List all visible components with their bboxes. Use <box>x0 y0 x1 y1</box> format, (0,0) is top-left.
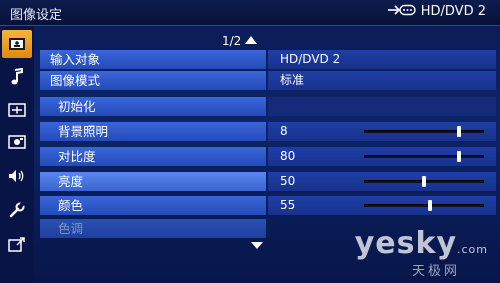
color-value: 55 <box>280 198 296 212</box>
color-slider[interactable] <box>364 200 484 211</box>
slider-thumb[interactable] <box>427 200 432 211</box>
menu-row-label: 对比度 <box>40 147 266 166</box>
speaker-icon[interactable] <box>2 162 32 190</box>
menu-row-value: HD/DVD 2 <box>268 50 496 69</box>
menu-row-label: 色调 <box>40 219 266 238</box>
input-indicator-label: HD/DVD 2 <box>420 4 486 19</box>
input-arrow-icon <box>387 4 416 16</box>
menu-row-label: 图像模式 <box>40 71 266 90</box>
menu-row-value: 55 <box>268 196 496 215</box>
menu-row-brightness[interactable]: 亮度 50 <box>40 172 496 191</box>
backlight-slider[interactable] <box>364 126 484 137</box>
watermark-sub: 天极网 <box>411 264 460 279</box>
menu-row-value: 80 <box>268 147 496 166</box>
slider-thumb[interactable] <box>422 176 426 187</box>
menu-row-label: 初始化 <box>40 97 266 116</box>
menu-row-value <box>268 97 496 116</box>
scroll-up-icon[interactable] <box>245 36 258 44</box>
settings-screen: 图像设定 HD/DVD 2 1/2 输入对象 HD/DVD 2 图像模式 标准 … <box>0 0 500 283</box>
contrast-slider[interactable] <box>364 151 484 162</box>
menu-row-label: 亮度 <box>40 172 266 191</box>
category-sidebar <box>0 26 34 283</box>
brightness-slider[interactable] <box>364 176 484 187</box>
picture-icon[interactable] <box>2 30 32 58</box>
menu-row-label: 颜色 <box>40 196 266 215</box>
wrench-icon[interactable] <box>2 196 32 224</box>
menu-row-backlight[interactable]: 背景照明 8 <box>40 122 496 141</box>
scroll-down-icon[interactable] <box>251 242 263 249</box>
page-indicator: 1/2 <box>222 34 258 48</box>
input-indicator: HD/DVD 2 <box>387 4 486 19</box>
menu-row-value: 50 <box>268 172 496 191</box>
camera-icon[interactable] <box>2 128 32 156</box>
menu-row-picture-mode[interactable]: 图像模式 标准 <box>40 71 496 90</box>
menu-row-input-target[interactable]: 输入对象 HD/DVD 2 <box>40 50 496 69</box>
brightness-value: 50 <box>280 174 296 188</box>
menu-row-label: 背景照明 <box>40 122 266 141</box>
menu-row-reset[interactable]: 初始化 <box>40 97 496 116</box>
slider-thumb[interactable] <box>456 126 461 137</box>
backlight-value: 8 <box>280 124 288 138</box>
page-number: 1/2 <box>222 34 242 48</box>
screen-icon[interactable] <box>2 96 32 124</box>
music-note-icon[interactable] <box>2 63 32 91</box>
menu-row-label: 输入对象 <box>40 50 266 69</box>
menu-row-value: 标准 <box>268 71 496 90</box>
menu-row-value: 8 <box>268 122 496 141</box>
title-bar: 图像设定 HD/DVD 2 <box>0 0 500 26</box>
menu-row-color[interactable]: 颜色 55 <box>40 196 496 215</box>
contrast-value: 80 <box>280 149 296 163</box>
input-icon[interactable] <box>2 230 32 258</box>
watermark-logo: yesky.com <box>354 226 488 261</box>
menu-row-contrast[interactable]: 对比度 80 <box>40 147 496 166</box>
slider-thumb[interactable] <box>456 151 461 162</box>
page-title: 图像设定 <box>10 8 63 23</box>
